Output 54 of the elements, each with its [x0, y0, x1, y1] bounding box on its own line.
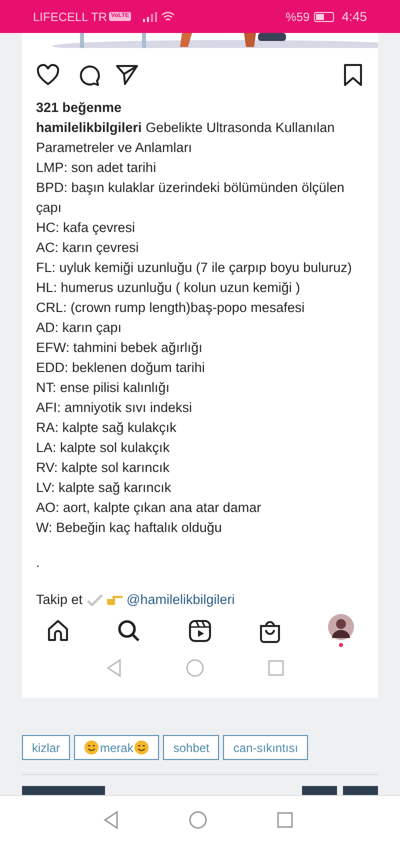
- recents-icon: [268, 660, 284, 676]
- shopping-bag-icon[interactable]: [259, 618, 281, 642]
- check-icon: [86, 594, 103, 606]
- home-circle-icon[interactable]: [189, 811, 207, 829]
- tag-button[interactable]: sohbet: [163, 735, 220, 760]
- avatar[interactable]: [328, 614, 354, 640]
- caption-line: AFI: amniyotik sıvı indeksi: [36, 399, 194, 417]
- caption-line: AC: karın çevresi: [36, 239, 140, 257]
- caption-line: EFW: tahmini bebek ağırlığı: [36, 339, 204, 357]
- caption-line: W: Bebeğin kaç haftalık olduğu: [36, 519, 223, 537]
- back-icon[interactable]: [103, 811, 119, 829]
- caption-dot: .: [36, 554, 41, 572]
- dark-bar: [343, 786, 378, 796]
- username-link[interactable]: @hamilelikbilgileri: [126, 590, 235, 610]
- home-icon[interactable]: [46, 618, 70, 642]
- caption-line: LMP: son adet tarihi: [36, 159, 158, 177]
- pointing-hand-icon: [106, 594, 123, 606]
- caption-line: EDD: beklenen doğum tarihi: [36, 359, 206, 377]
- heart-icon[interactable]: [36, 64, 60, 86]
- smiley-icon: [134, 740, 150, 755]
- battery-percent: %59: [286, 8, 310, 26]
- tag-button[interactable]: can-sıkıntısı: [223, 735, 308, 760]
- caption-line: LA: kalpte sol kulakçık: [36, 439, 171, 457]
- smiley-icon: [84, 740, 100, 755]
- likes-count: 321 beğenme: [36, 99, 123, 117]
- comment-icon[interactable]: [78, 64, 100, 86]
- caption-line: NT: ense pilisi kalınlığı: [36, 379, 171, 397]
- caption-line: HL: humerus uzunluğu ( kolun uzun kemiği ): [36, 279, 302, 297]
- caption-line: AD: karın çapı: [36, 319, 123, 337]
- caption-line: RV: kalpte sol karıncık: [36, 459, 171, 477]
- wifi-icon: [161, 11, 176, 22]
- tag-button[interactable]: merak: [74, 735, 160, 760]
- signal-icon: [143, 12, 158, 22]
- caption-line: LV: kalpte sağ karıncık: [36, 479, 172, 497]
- reels-icon[interactable]: [188, 618, 212, 642]
- search-icon[interactable]: [117, 618, 141, 642]
- battery-icon: [314, 12, 334, 22]
- back-icon: [106, 659, 122, 677]
- caption-line: BPD: başın kulaklar üzerindeki bölümünden ölçülen çapı: [36, 179, 346, 217]
- bookmark-icon[interactable]: [344, 64, 362, 86]
- caption-line: CRL: (crown rump length)baş-popo mesafesi: [36, 299, 306, 317]
- carrier-name: LIFECELL TR: [33, 8, 108, 26]
- caption-line: RA: kalpte sağ kulakçık: [36, 419, 178, 437]
- recents-icon[interactable]: [277, 812, 293, 828]
- clock: 4:45: [342, 8, 367, 26]
- send-icon[interactable]: [116, 64, 138, 84]
- caption-line: FL: uyluk kemiği uzunluğu (7 ile çarpıp boyu buluruz): [36, 259, 353, 277]
- home-circle-icon: [186, 659, 204, 677]
- caption-title: hamilelikbilgileri Gebelikte Ultrasonda Kullanılan Parametreler ve Anlamları: [36, 119, 336, 157]
- caption-line: HC: kafa çevresi: [36, 219, 136, 237]
- follow-text: Takip et: [36, 591, 83, 609]
- tag-button[interactable]: kizlar: [22, 735, 70, 760]
- caption-line: AO: aort, kalpte çıkan ana atar damar: [36, 499, 262, 517]
- dark-bar: [302, 786, 337, 796]
